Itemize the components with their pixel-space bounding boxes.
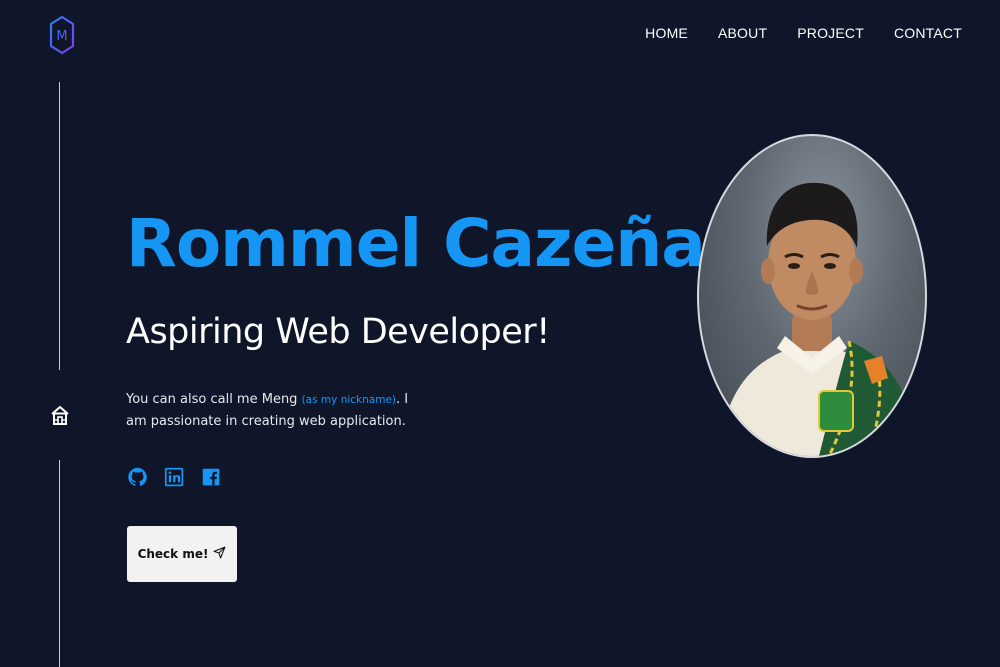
logo-icon[interactable]: M: [49, 15, 75, 55]
nav-project[interactable]: PROJECT: [797, 25, 864, 41]
send-icon: [213, 546, 226, 562]
linkedin-icon[interactable]: [164, 465, 185, 489]
github-icon[interactable]: [127, 465, 148, 489]
hero-role: Aspiring Web Developer!: [126, 312, 550, 352]
social-links: [127, 465, 222, 489]
portfolio-page: M HOME ABOUT PROJECT CONTACT Rommel Caze…: [0, 0, 1000, 667]
check-me-label: Check me!: [137, 547, 209, 561]
nav-home[interactable]: HOME: [645, 25, 688, 41]
facebook-icon[interactable]: [201, 465, 222, 489]
rail-line-bottom: [59, 460, 60, 667]
nav-about[interactable]: ABOUT: [718, 25, 767, 41]
rail-line-top: [59, 82, 60, 370]
description-prefix: You can also call me Meng: [126, 392, 302, 407]
nickname-note: (as my nickname): [301, 394, 396, 406]
hero-description: You can also call me Meng (as my nicknam…: [126, 389, 416, 433]
hero-name: Rommel Cazeñas: [126, 205, 744, 282]
home-icon[interactable]: [50, 404, 70, 426]
nav-contact[interactable]: CONTACT: [894, 25, 962, 41]
profile-photo: [697, 134, 927, 458]
svg-text:M: M: [56, 29, 67, 44]
main-nav: HOME ABOUT PROJECT CONTACT: [645, 25, 962, 41]
check-me-button[interactable]: Check me!: [127, 526, 237, 582]
